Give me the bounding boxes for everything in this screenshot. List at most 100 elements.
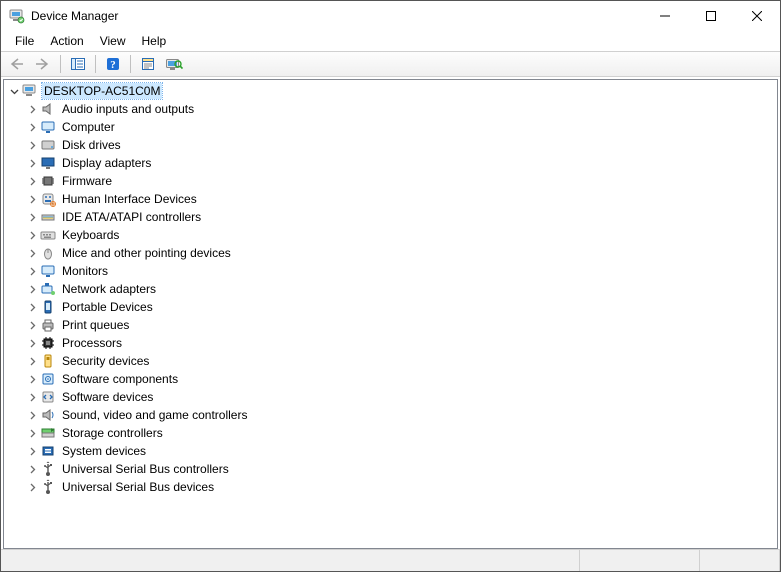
- printer-icon: [40, 317, 56, 333]
- tree-category-node[interactable]: Disk drives: [4, 136, 777, 154]
- tree-category-label: Security devices: [60, 353, 151, 369]
- maximize-button[interactable]: [688, 1, 734, 31]
- chevron-right-icon[interactable]: [26, 121, 38, 133]
- chevron-right-icon[interactable]: [26, 157, 38, 169]
- tree-category-node[interactable]: Universal Serial Bus controllers: [4, 460, 777, 478]
- display-icon: [40, 155, 56, 171]
- scan-hardware-button[interactable]: [162, 53, 186, 75]
- properties-button[interactable]: [136, 53, 160, 75]
- portable-icon: [40, 299, 56, 315]
- toolbar-separator: [95, 55, 96, 73]
- tree-category-node[interactable]: Human Interface Devices: [4, 190, 777, 208]
- tree-category-label: Keyboards: [60, 227, 121, 243]
- chevron-right-icon[interactable]: [26, 445, 38, 457]
- svg-text:?: ?: [110, 59, 116, 71]
- usb-icon: [40, 461, 56, 477]
- tree-category-node[interactable]: Software components: [4, 370, 777, 388]
- computer-icon: [22, 83, 38, 99]
- show-hide-console-tree-button[interactable]: [66, 53, 90, 75]
- toolbar-separator: [60, 55, 61, 73]
- tree-category-node[interactable]: Monitors: [4, 262, 777, 280]
- chevron-right-icon[interactable]: [26, 211, 38, 223]
- tree-category-node[interactable]: Portable Devices: [4, 298, 777, 316]
- tree-category-label: Storage controllers: [60, 425, 165, 441]
- chevron-right-icon[interactable]: [26, 481, 38, 493]
- toolbar-separator: [130, 55, 131, 73]
- status-bar: [1, 549, 780, 571]
- tree-root-node[interactable]: DESKTOP-AC51C0M: [4, 82, 777, 100]
- close-button[interactable]: [734, 1, 780, 31]
- chevron-right-icon[interactable]: [26, 391, 38, 403]
- chevron-right-icon[interactable]: [26, 373, 38, 385]
- chevron-right-icon[interactable]: [26, 139, 38, 151]
- tree-category-node[interactable]: Software devices: [4, 388, 777, 406]
- chevron-right-icon[interactable]: [26, 337, 38, 349]
- tree-category-label: Human Interface Devices: [60, 191, 199, 207]
- console-tree-icon: [70, 56, 86, 72]
- tree-root-label: DESKTOP-AC51C0M: [42, 83, 162, 99]
- menu-help[interactable]: Help: [134, 32, 175, 50]
- mouse-icon: [40, 245, 56, 261]
- chevron-right-icon[interactable]: [26, 265, 38, 277]
- tree-category-node[interactable]: Network adapters: [4, 280, 777, 298]
- status-cell-3: [700, 550, 780, 571]
- title-bar: Device Manager: [1, 1, 780, 31]
- forward-button[interactable]: [31, 53, 55, 75]
- chevron-right-icon[interactable]: [26, 283, 38, 295]
- chip-icon: [40, 173, 56, 189]
- chevron-right-icon[interactable]: [26, 175, 38, 187]
- chevron-right-icon[interactable]: [26, 427, 38, 439]
- chevron-right-icon[interactable]: [26, 229, 38, 241]
- tree-category-node[interactable]: Universal Serial Bus devices: [4, 478, 777, 496]
- back-button[interactable]: [5, 53, 29, 75]
- help-button[interactable]: ?: [101, 53, 125, 75]
- tree-category-node[interactable]: IDE ATA/ATAPI controllers: [4, 208, 777, 226]
- chevron-right-icon[interactable]: [26, 247, 38, 259]
- menu-bar: File Action View Help: [1, 31, 780, 51]
- chevron-right-icon[interactable]: [26, 193, 38, 205]
- scan-hardware-icon: [165, 56, 183, 72]
- tree-category-label: Disk drives: [60, 137, 123, 153]
- tree-category-label: Software devices: [60, 389, 155, 405]
- tree-category-node[interactable]: Keyboards: [4, 226, 777, 244]
- chevron-right-icon[interactable]: [26, 103, 38, 115]
- system-icon: [40, 443, 56, 459]
- chevron-right-icon[interactable]: [26, 355, 38, 367]
- tree-category-label: Print queues: [60, 317, 131, 333]
- tree-category-node[interactable]: Audio inputs and outputs: [4, 100, 777, 118]
- storage-icon: [40, 425, 56, 441]
- tree-category-label: Firmware: [60, 173, 114, 189]
- tree-category-node[interactable]: Print queues: [4, 316, 777, 334]
- menu-view[interactable]: View: [92, 32, 134, 50]
- chevron-right-icon[interactable]: [26, 409, 38, 421]
- tree-category-node[interactable]: Processors: [4, 334, 777, 352]
- audio-icon: [40, 101, 56, 117]
- chevron-right-icon[interactable]: [26, 319, 38, 331]
- tree-category-node[interactable]: Storage controllers: [4, 424, 777, 442]
- tree-category-node[interactable]: Sound, video and game controllers: [4, 406, 777, 424]
- app-icon: [9, 8, 25, 24]
- tree-category-label: Universal Serial Bus controllers: [60, 461, 231, 477]
- arrow-right-icon: [35, 57, 51, 71]
- tree-category-node[interactable]: System devices: [4, 442, 777, 460]
- tree-category-label: System devices: [60, 443, 148, 459]
- toolbar: ?: [1, 51, 780, 77]
- network-icon: [40, 281, 56, 297]
- tree-category-node[interactable]: Display adapters: [4, 154, 777, 172]
- security-icon: [40, 353, 56, 369]
- status-cell-2: [580, 550, 700, 571]
- chevron-right-icon[interactable]: [26, 463, 38, 475]
- tree-category-label: Processors: [60, 335, 124, 351]
- chevron-right-icon[interactable]: [26, 301, 38, 313]
- tree-category-node[interactable]: Firmware: [4, 172, 777, 190]
- software-dev-icon: [40, 389, 56, 405]
- chevron-down-icon[interactable]: [8, 85, 20, 97]
- tree-category-node[interactable]: Mice and other pointing devices: [4, 244, 777, 262]
- tree-category-node[interactable]: Computer: [4, 118, 777, 136]
- hid-icon: [40, 191, 56, 207]
- menu-file[interactable]: File: [7, 32, 42, 50]
- device-tree[interactable]: DESKTOP-AC51C0M Audio inputs and outputs…: [3, 79, 778, 549]
- minimize-button[interactable]: [642, 1, 688, 31]
- tree-category-node[interactable]: Security devices: [4, 352, 777, 370]
- menu-action[interactable]: Action: [42, 32, 91, 50]
